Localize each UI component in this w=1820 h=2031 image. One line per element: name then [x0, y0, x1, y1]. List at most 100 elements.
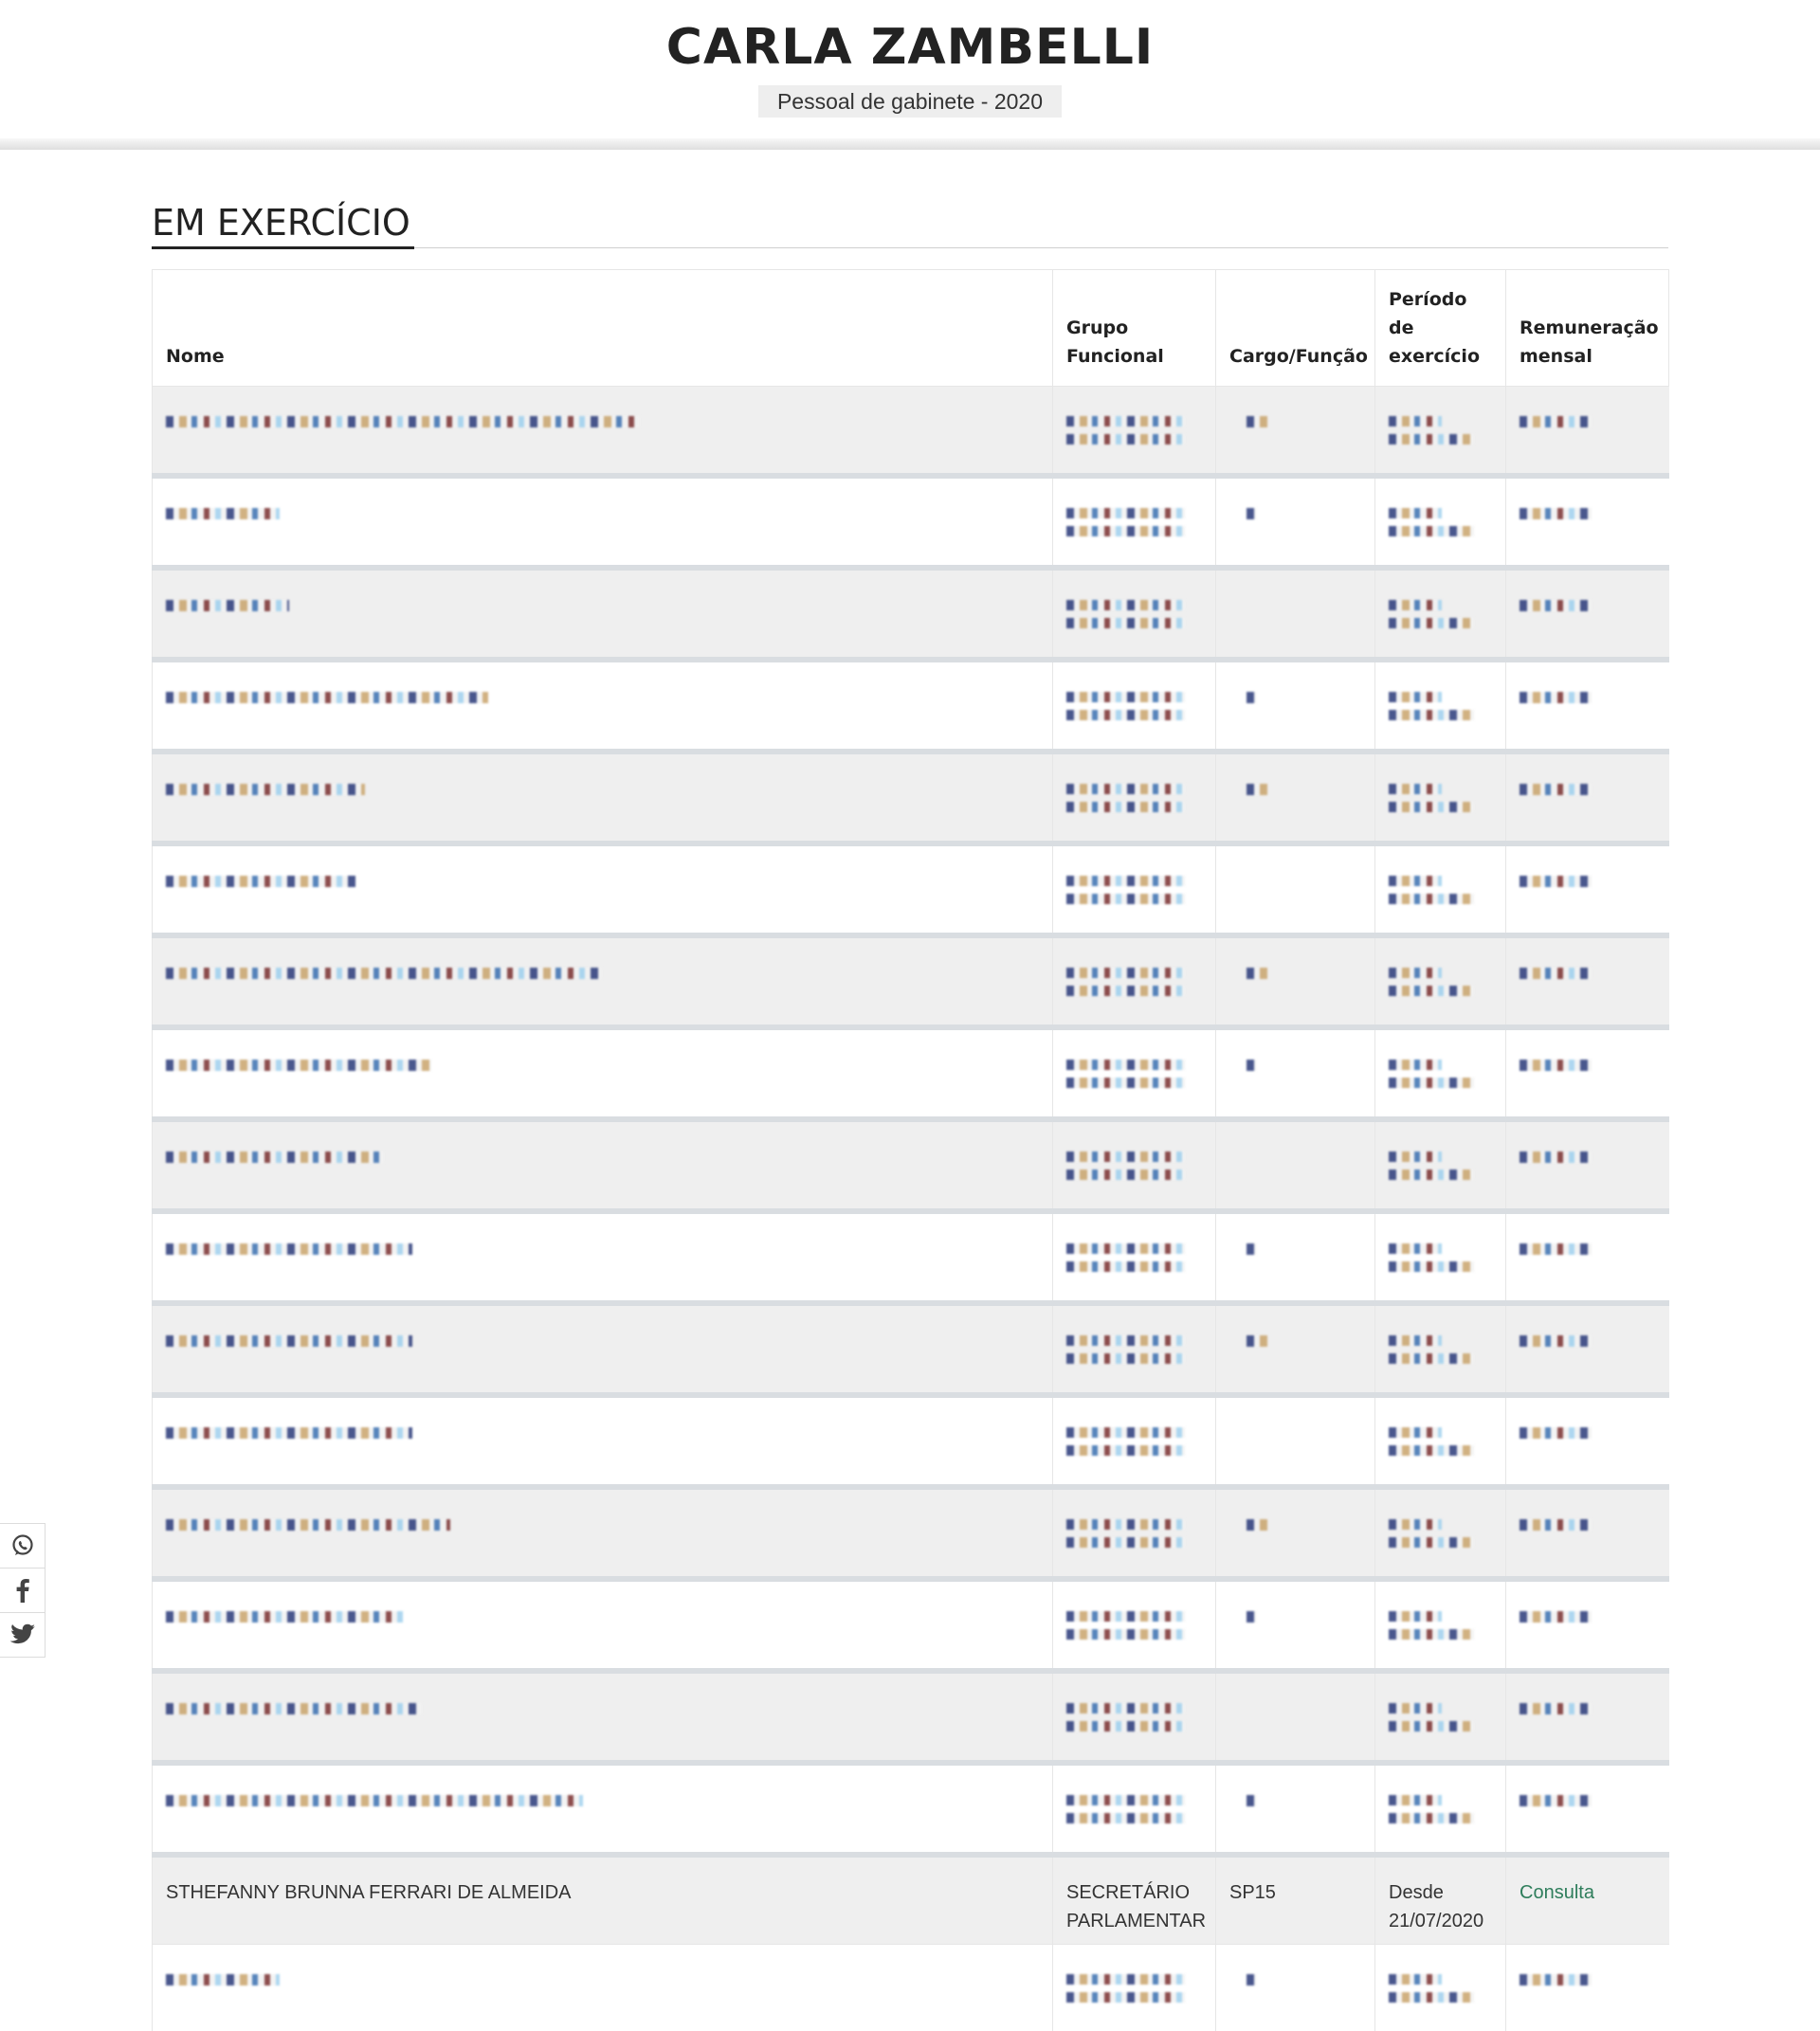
redacted-name	[166, 1611, 403, 1623]
redacted-period	[1389, 416, 1442, 426]
redacted-period	[1389, 1152, 1442, 1162]
redacted-period	[1389, 1353, 1474, 1364]
table-row	[153, 1211, 1669, 1303]
page-subtitle: Pessoal de gabinete - 2020	[758, 85, 1062, 118]
redacted-group	[1066, 526, 1185, 536]
table-row	[153, 1303, 1669, 1395]
page-title: CARLA ZAMBELLI	[0, 0, 1820, 76]
table-row	[153, 1579, 1669, 1671]
redacted-period	[1389, 1974, 1442, 1985]
redacted-salary	[1520, 1519, 1592, 1531]
redacted-period	[1389, 710, 1474, 720]
redacted-period	[1389, 1795, 1442, 1805]
redacted-period	[1389, 434, 1474, 444]
redacted-name	[166, 1152, 384, 1163]
redacted-group	[1066, 968, 1185, 978]
facebook-icon	[10, 1577, 35, 1604]
redacted-name	[166, 508, 280, 519]
column-header-nome: Nome	[153, 270, 1053, 387]
redacted-period	[1389, 692, 1442, 702]
table-row: STHEFANNY BRUNNA FERRARI DE ALMEIDASECRE…	[153, 1855, 1669, 1945]
redacted-group	[1066, 416, 1185, 426]
redacted-salary	[1520, 1703, 1592, 1714]
salary-consulta-link[interactable]: Consulta	[1520, 1882, 1594, 1903]
staff-period: Desde 21/07/2020	[1389, 1882, 1483, 1931]
redacted-salary	[1520, 1152, 1592, 1163]
redacted-salary	[1520, 600, 1592, 611]
redacted-group	[1066, 1353, 1185, 1364]
redacted-role	[1247, 1974, 1256, 1986]
redacted-period	[1389, 526, 1474, 536]
cell-period: Desde 21/07/2020	[1375, 1855, 1506, 1945]
redacted-period	[1389, 600, 1442, 610]
redacted-period	[1389, 1537, 1474, 1548]
redacted-period	[1389, 1519, 1442, 1530]
redacted-period	[1389, 784, 1442, 794]
redacted-role	[1247, 508, 1256, 519]
redacted-role	[1247, 784, 1267, 795]
redacted-salary	[1520, 876, 1592, 887]
redacted-group	[1066, 1974, 1185, 1985]
redacted-group	[1066, 1060, 1185, 1070]
redacted-period	[1389, 508, 1442, 518]
redacted-role	[1247, 1243, 1256, 1255]
redacted-group	[1066, 1445, 1185, 1456]
redacted-name	[166, 1703, 422, 1714]
redacted-role	[1247, 1335, 1267, 1347]
redacted-period	[1389, 1170, 1474, 1180]
whatsapp-share-button[interactable]	[0, 1524, 45, 1569]
redacted-group	[1066, 1703, 1185, 1714]
redacted-period	[1389, 1703, 1442, 1714]
redacted-role	[1247, 692, 1256, 703]
redacted-role	[1247, 1611, 1256, 1623]
redacted-salary	[1520, 1335, 1592, 1347]
redacted-group	[1066, 1721, 1185, 1732]
redacted-group	[1066, 894, 1185, 904]
redacted-period	[1389, 894, 1474, 904]
redacted-group	[1066, 986, 1185, 996]
table-row	[153, 387, 1669, 477]
redacted-group	[1066, 1537, 1185, 1548]
column-header-periodo: Período de exercício	[1375, 270, 1506, 387]
table-row	[153, 1671, 1669, 1763]
redacted-group	[1066, 876, 1185, 886]
table-row	[153, 476, 1669, 568]
redacted-period	[1389, 1629, 1474, 1640]
redacted-group	[1066, 1427, 1185, 1438]
redacted-period	[1389, 1335, 1442, 1346]
table-row	[153, 1945, 1669, 2031]
redacted-role	[1247, 416, 1267, 427]
redacted-group	[1066, 1170, 1185, 1180]
redacted-group	[1066, 1611, 1185, 1622]
table-row	[153, 1487, 1669, 1579]
table-row	[153, 1763, 1669, 1855]
redacted-group	[1066, 1261, 1185, 1272]
redacted-group	[1066, 1992, 1185, 2003]
redacted-name	[166, 1795, 583, 1806]
redacted-group	[1066, 1152, 1185, 1162]
redacted-role	[1247, 1795, 1256, 1806]
table-row	[153, 1119, 1669, 1211]
redacted-group	[1066, 434, 1185, 444]
redacted-period	[1389, 1721, 1474, 1732]
redacted-name	[166, 968, 602, 979]
table-row	[153, 935, 1669, 1027]
redacted-group	[1066, 600, 1185, 610]
staff-name: STHEFANNY BRUNNA FERRARI DE ALMEIDA	[166, 1882, 572, 1903]
redacted-group	[1066, 1813, 1185, 1823]
twitter-share-button[interactable]	[0, 1613, 45, 1657]
staff-table: Nome Grupo Funcional Cargo/Função Períod…	[152, 269, 1669, 2031]
redacted-group	[1066, 710, 1185, 720]
facebook-share-button[interactable]	[0, 1569, 45, 1613]
table-row	[153, 752, 1669, 843]
redacted-salary	[1520, 416, 1592, 427]
redacted-group	[1066, 1243, 1185, 1254]
redacted-group	[1066, 802, 1185, 812]
redacted-period	[1389, 1611, 1442, 1622]
redacted-period	[1389, 1992, 1474, 2003]
table-row	[153, 1027, 1669, 1119]
redacted-period	[1389, 986, 1474, 996]
redacted-role	[1247, 968, 1267, 979]
redacted-salary	[1520, 968, 1592, 979]
redacted-salary	[1520, 1060, 1592, 1071]
